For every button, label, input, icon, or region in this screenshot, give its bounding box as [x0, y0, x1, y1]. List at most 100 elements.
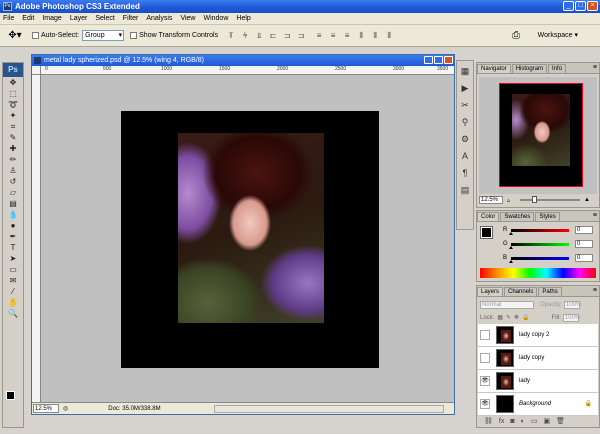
zoom-out-icon[interactable]: ▵ — [507, 197, 510, 204]
history-brush-tool-icon[interactable]: ↺ — [3, 176, 23, 187]
zoom-tool-icon[interactable]: 🔍 — [3, 308, 23, 319]
auto-select-checkbox[interactable] — [32, 32, 39, 39]
tab-swatches[interactable]: Swatches — [500, 212, 535, 221]
visibility-toggle[interactable] — [480, 330, 490, 340]
dock-actions-icon[interactable]: ⚙ — [457, 132, 473, 146]
menu-view[interactable]: View — [180, 15, 195, 22]
magic-wand-tool-icon[interactable]: ✦ — [3, 110, 23, 121]
minimize-button[interactable]: _ — [563, 1, 574, 11]
dock-brushes-icon[interactable]: ▦ — [457, 64, 473, 78]
maximize-button[interactable]: □ — [575, 1, 586, 11]
new-layer-icon[interactable]: ▣ — [543, 417, 550, 425]
opacity-field[interactable]: 100% — [564, 300, 581, 309]
eraser-tool-icon[interactable]: ▱ — [3, 187, 23, 198]
tab-info[interactable]: Info — [548, 64, 567, 73]
eye-icon[interactable]: 👁 — [480, 399, 490, 409]
layer-row-background[interactable]: 👁 Background 🔒 — [478, 393, 598, 416]
eye-icon[interactable]: 👁 — [480, 376, 490, 386]
layer-style-icon[interactable]: fx — [499, 418, 504, 425]
blur-tool-icon[interactable]: 💧 — [3, 209, 23, 220]
eyedropper-tool-icon[interactable]: ⁄ — [3, 286, 23, 297]
tab-styles[interactable]: Styles — [535, 212, 560, 221]
tab-paths[interactable]: Paths — [538, 287, 562, 296]
color-spectrum-bar[interactable] — [480, 268, 596, 278]
menu-help[interactable]: Help — [236, 15, 250, 22]
lasso-tool-icon[interactable]: ➰ — [3, 99, 23, 110]
dock-tool-presets-icon[interactable]: ▶ — [457, 81, 473, 95]
navigator-preview[interactable] — [479, 77, 597, 194]
show-transform-option[interactable]: Show Transform Controls — [130, 32, 218, 39]
new-group-icon[interactable]: ▭ — [531, 417, 538, 425]
type-tool-icon[interactable]: T — [3, 242, 23, 253]
layer-mask-icon[interactable]: ◙ — [510, 418, 514, 425]
menu-filter[interactable]: Filter — [123, 15, 139, 22]
notes-tool-icon[interactable]: ✉ — [3, 275, 23, 286]
navigator-view-box[interactable] — [499, 83, 583, 187]
panel-menu-icon[interactable]: ≡ — [593, 212, 597, 219]
menu-window[interactable]: Window — [203, 15, 228, 22]
blue-value[interactable]: 0 — [575, 254, 593, 262]
navigator-zoom-slider[interactable] — [520, 196, 581, 203]
blue-slider[interactable] — [509, 256, 569, 263]
move-tool-preset-icon[interactable]: ✥▾ — [4, 27, 26, 45]
layer-row-lady-copy-2[interactable]: lady copy 2 — [478, 324, 598, 347]
canvas-workspace[interactable] — [41, 75, 454, 403]
doc-maximize-button[interactable] — [434, 56, 443, 64]
dock-paragraph-icon[interactable]: ¶ — [457, 166, 473, 180]
lock-position-icon[interactable]: ✥ — [514, 314, 519, 321]
shape-tool-icon[interactable]: ▭ — [3, 264, 23, 275]
distribute-hcenter-icon[interactable]: ⦀ — [370, 31, 380, 41]
move-tool-icon[interactable]: ✥ — [3, 77, 23, 88]
status-menu-icon[interactable]: ◎ — [63, 405, 68, 412]
menu-file[interactable]: File — [3, 15, 14, 22]
green-slider[interactable] — [509, 242, 569, 249]
vertical-ruler[interactable] — [32, 75, 41, 403]
menu-edit[interactable]: Edit — [22, 15, 34, 22]
red-slider[interactable] — [509, 228, 569, 235]
adjustment-layer-icon[interactable]: ◐ — [521, 418, 525, 425]
menu-select[interactable]: Select — [95, 15, 114, 22]
ruler-origin[interactable] — [32, 66, 41, 75]
horizontal-ruler[interactable]: 0 500 1000 1500 2000 2500 3000 3500 — [41, 66, 454, 75]
menu-analysis[interactable]: Analysis — [146, 15, 172, 22]
dodge-tool-icon[interactable]: ● — [3, 220, 23, 231]
pen-tool-icon[interactable]: ✒ — [3, 231, 23, 242]
distribute-right-icon[interactable]: ⦀ — [384, 31, 394, 41]
blend-mode-dropdown[interactable]: Normal — [480, 300, 534, 309]
healing-brush-tool-icon[interactable]: ✚ — [3, 143, 23, 154]
tab-navigator[interactable]: Navigator — [477, 64, 511, 73]
path-selection-tool-icon[interactable]: ➤ — [3, 253, 23, 264]
visibility-toggle[interactable] — [480, 353, 490, 363]
align-left-icon[interactable]: ⊏ — [268, 31, 278, 41]
auto-select-dropdown[interactable]: Group — [82, 30, 125, 41]
lock-all-icon[interactable]: 🔒 — [522, 314, 529, 321]
align-top-icon[interactable]: ⫪ — [226, 31, 236, 41]
tab-channels[interactable]: Channels — [504, 287, 538, 296]
menu-layer[interactable]: Layer — [70, 15, 88, 22]
color-foreground-swatch[interactable] — [480, 226, 493, 239]
tab-color[interactable]: Color — [477, 212, 500, 221]
panel-menu-icon[interactable]: ≡ — [593, 287, 597, 294]
zoom-in-icon[interactable]: ▲ — [584, 197, 590, 203]
lock-transparency-icon[interactable]: ▦ — [497, 314, 503, 321]
red-value[interactable]: 0 — [575, 226, 593, 234]
auto-select-option[interactable]: Auto-Select: Group — [32, 30, 125, 41]
horizontal-scrollbar[interactable] — [214, 405, 444, 413]
fill-field[interactable]: 100% — [562, 313, 580, 322]
distribute-bottom-icon[interactable]: ≡ — [342, 31, 352, 41]
brush-tool-icon[interactable]: ✏ — [3, 154, 23, 165]
align-hcenter-icon[interactable]: ⊐ — [282, 31, 292, 41]
crop-tool-icon[interactable]: ⌗ — [3, 121, 23, 132]
panel-menu-icon[interactable]: ≡ — [593, 64, 597, 71]
tab-layers[interactable]: Layers — [477, 287, 504, 296]
dock-character-icon[interactable]: A — [457, 149, 473, 163]
green-value[interactable]: 0 — [575, 240, 593, 248]
doc-minimize-button[interactable] — [424, 56, 433, 64]
menu-image[interactable]: Image — [42, 15, 61, 22]
doc-close-button[interactable] — [444, 56, 453, 64]
distribute-vcenter-icon[interactable]: ≡ — [328, 31, 338, 41]
lock-image-icon[interactable]: ✎ — [506, 314, 511, 321]
link-layers-icon[interactable]: ⛓ — [484, 417, 493, 425]
distribute-left-icon[interactable]: ⦀ — [356, 31, 366, 41]
delete-layer-icon[interactable]: 🗑 — [556, 417, 565, 425]
